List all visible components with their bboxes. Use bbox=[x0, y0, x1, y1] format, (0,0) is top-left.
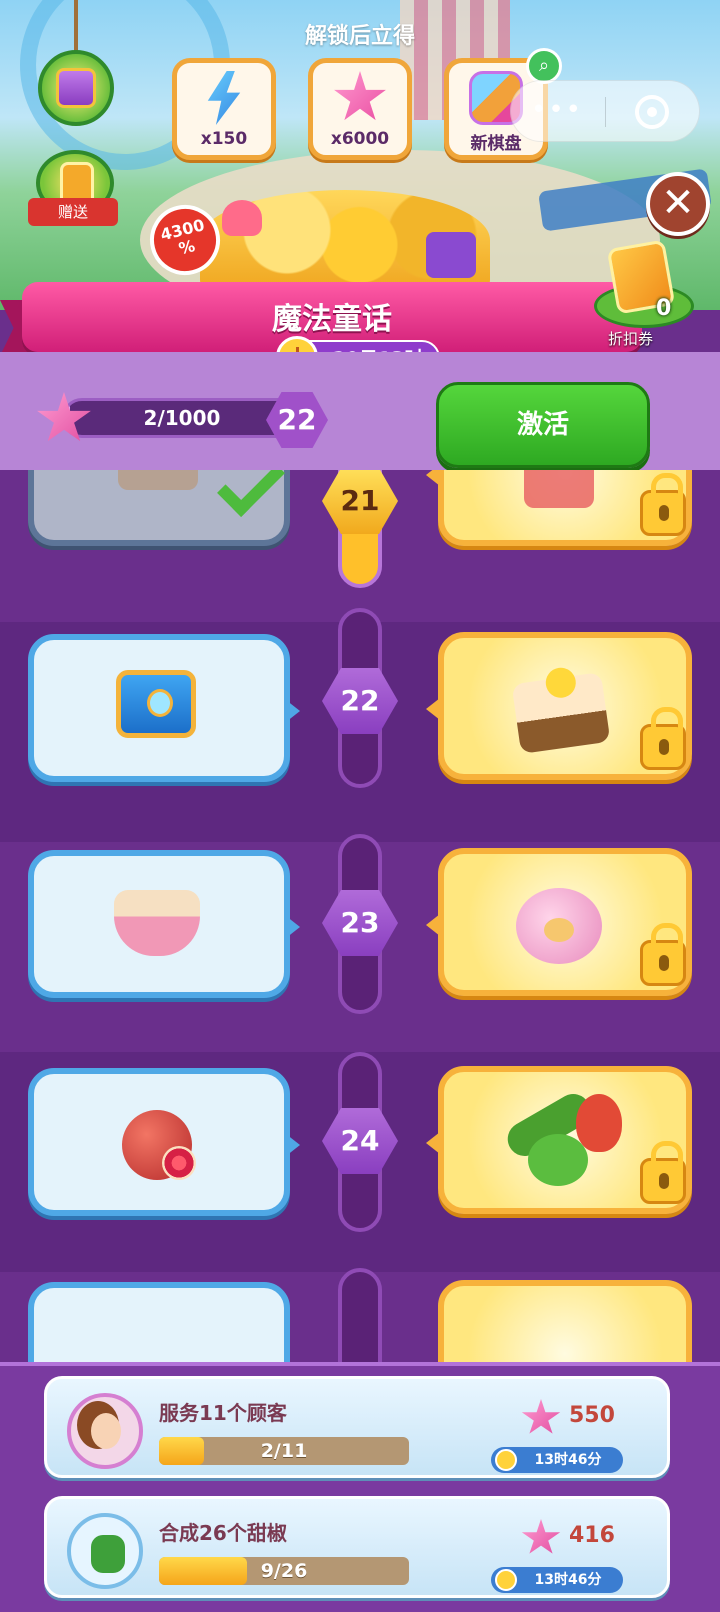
green-pepper-icon bbox=[91, 1535, 125, 1573]
free-reward-card[interactable] bbox=[28, 850, 300, 998]
premium-reward-card[interactable] bbox=[438, 1280, 692, 1362]
broccoli-icon bbox=[528, 1134, 588, 1186]
task-progress-text: 2/11 bbox=[260, 1440, 308, 1462]
card-pointer bbox=[286, 700, 300, 722]
reward-track-list[interactable]: 21 22 23 24 bbox=[0, 470, 720, 1362]
free-reward-card[interactable] bbox=[28, 634, 300, 782]
free-reward-card[interactable] bbox=[28, 1068, 300, 1216]
level-number: 23 bbox=[340, 906, 380, 939]
unlock-title: 解锁后立得 bbox=[304, 24, 415, 49]
task-title: 服务11个顾客 bbox=[159, 1401, 287, 1425]
task-timer-text: 13时46分 bbox=[534, 1572, 602, 1588]
rice-bowl-icon bbox=[114, 890, 200, 956]
energy-bolt-icon bbox=[207, 71, 241, 125]
pink-star-icon bbox=[521, 1519, 561, 1554]
task-reward: 416 bbox=[569, 1523, 615, 1548]
close-button[interactable]: ✕ bbox=[646, 172, 710, 236]
task-card[interactable]: 合成26个甜椒 9/26 416 13时46分 bbox=[44, 1496, 670, 1598]
more-menu-icon[interactable]: ••• bbox=[531, 95, 583, 125]
free-reward-card[interactable] bbox=[28, 470, 290, 546]
reward-stars[interactable]: x6000 bbox=[308, 58, 412, 160]
task-card[interactable]: 服务11个顾客 2/11 550 13时46分 bbox=[44, 1376, 670, 1478]
pepper-avatar bbox=[67, 1513, 143, 1589]
task-progress-text: 9/26 bbox=[260, 1560, 308, 1582]
flower-cake-icon bbox=[511, 672, 611, 754]
magnify-icon[interactable]: ⌕ bbox=[526, 48, 562, 84]
reward-stars-label: x6000 bbox=[330, 129, 390, 149]
gift-box-icon bbox=[426, 232, 476, 278]
level-row bbox=[0, 1262, 720, 1362]
lock-icon bbox=[640, 707, 686, 770]
level-number: 24 bbox=[340, 1124, 380, 1157]
close-icon: ✕ bbox=[661, 180, 695, 226]
alarm-clock-icon bbox=[495, 1449, 517, 1471]
premium-reward-card[interactable] bbox=[426, 632, 692, 780]
blue-chest-icon bbox=[116, 670, 196, 738]
card-pointer bbox=[426, 470, 440, 486]
level-number: 21 bbox=[340, 484, 380, 517]
star-progress-text: 2/1000 bbox=[143, 406, 221, 430]
level-row: 22 bbox=[0, 608, 720, 842]
customer-avatar bbox=[67, 1393, 143, 1469]
free-reward-card[interactable] bbox=[28, 1282, 290, 1362]
level-badge: 21 bbox=[322, 470, 398, 534]
level-badge: 22 bbox=[322, 668, 398, 734]
level-rail bbox=[338, 1268, 382, 1362]
task-title: 合成26个甜椒 bbox=[159, 1521, 287, 1545]
red-chest-icon bbox=[524, 470, 594, 508]
treasure-chest-button[interactable] bbox=[38, 50, 114, 126]
mystery-box-icon bbox=[118, 470, 198, 490]
coupon-counter[interactable]: 0 折扣券 bbox=[594, 239, 708, 348]
girl-avatar-icon bbox=[91, 1413, 121, 1449]
task-timer: 13时46分 bbox=[491, 1567, 623, 1593]
card-pointer bbox=[426, 914, 440, 936]
coupon-label: 折扣券 bbox=[608, 330, 654, 348]
pink-star-icon bbox=[334, 71, 386, 121]
reward-energy[interactable]: x150 bbox=[172, 58, 276, 160]
activate-button[interactable]: 激活 bbox=[436, 382, 650, 468]
card-pointer bbox=[286, 1134, 300, 1156]
task-reward: 550 bbox=[569, 1403, 615, 1428]
heart-icon bbox=[222, 200, 262, 236]
level-number: 22 bbox=[340, 684, 380, 717]
checkmark-icon bbox=[217, 470, 285, 517]
piggy-bank-icon bbox=[516, 888, 602, 964]
close-miniprogram-icon[interactable] bbox=[635, 95, 669, 129]
alarm-clock-icon bbox=[495, 1569, 517, 1591]
vegetables-icon bbox=[501, 1087, 624, 1188]
level-row: 21 bbox=[0, 470, 720, 598]
reward-energy-label: x150 bbox=[200, 129, 248, 149]
premium-reward-card[interactable] bbox=[426, 470, 692, 546]
task-timer: 13时46分 bbox=[491, 1447, 623, 1473]
level-badge: 24 bbox=[322, 1108, 398, 1174]
premium-reward-card[interactable] bbox=[426, 1066, 692, 1214]
premium-reward-card[interactable] bbox=[426, 848, 692, 996]
pink-star-icon bbox=[521, 1399, 561, 1434]
level-row: 23 bbox=[0, 832, 720, 1052]
pomegranate-icon bbox=[122, 1110, 196, 1180]
level-badge: 23 bbox=[322, 890, 398, 956]
coupon-count: 0 bbox=[656, 296, 672, 321]
card-pointer bbox=[426, 698, 440, 720]
capsule-divider bbox=[605, 97, 606, 127]
lock-icon bbox=[640, 923, 686, 986]
card-pointer bbox=[286, 916, 300, 938]
task-timer-text: 13时46分 bbox=[534, 1452, 602, 1468]
rope-decoration bbox=[74, 0, 78, 52]
miniprogram-capsule: ••• bbox=[510, 80, 700, 142]
card-pointer bbox=[426, 1132, 440, 1154]
lock-icon bbox=[640, 473, 686, 536]
event-title: 魔法童话 bbox=[272, 302, 392, 337]
lock-icon bbox=[640, 1141, 686, 1204]
treasure-chest-icon bbox=[56, 68, 96, 108]
strawberry-icon bbox=[576, 1094, 622, 1152]
gift-label: 赠送 bbox=[28, 198, 118, 226]
level-row: 24 bbox=[0, 1052, 720, 1272]
